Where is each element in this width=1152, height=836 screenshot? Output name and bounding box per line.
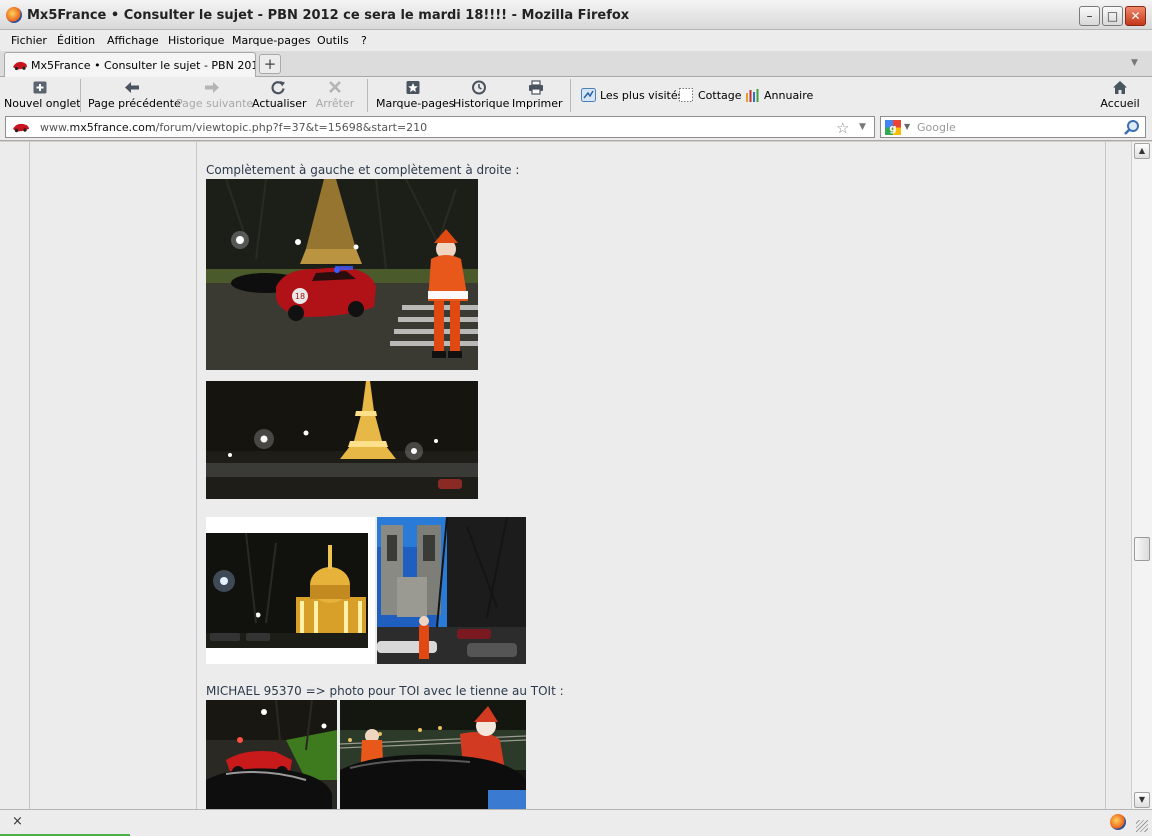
url-text: www.mx5france.com/forum/viewtopic.php?f=… (40, 121, 427, 134)
page-viewport: Complètement à gauche et complètement à … (0, 142, 1131, 809)
bookmarks-label: Marque-pages (376, 97, 455, 110)
home-label: Accueil (1100, 97, 1140, 110)
url-domain: mx5france.com (69, 121, 156, 134)
list-tabs-icon[interactable]: ▼ (1131, 58, 1138, 68)
new-tab-icon (33, 81, 47, 94)
firefox-status-icon (1110, 814, 1126, 830)
reload-label: Actualiser (252, 97, 307, 110)
most-visited-icon (581, 88, 596, 102)
menu-bar: Fichier Édition Affichage Historique Mar… (0, 30, 1152, 51)
firefox-icon (6, 7, 22, 23)
menu-edition[interactable]: Édition (57, 34, 95, 47)
minimize-button[interactable]: – (1079, 6, 1100, 26)
bookmark-star-icon (406, 81, 420, 94)
back-label: Page précédente (88, 97, 181, 110)
new-tab-button[interactable]: + (259, 54, 281, 74)
photo-invalides[interactable] (206, 533, 368, 648)
engine-dropdown-icon[interactable]: ▼ (904, 122, 910, 131)
history-clock-icon (472, 80, 486, 95)
cottage-label: Cottage (698, 89, 742, 102)
annuaire-label: Annuaire (764, 89, 814, 102)
close-find-bar-button[interactable]: × (12, 814, 23, 829)
annuaire-bars-icon (746, 89, 759, 102)
photo-notre-dame[interactable] (377, 517, 526, 664)
url-path: /forum/viewtopic.php?f=37&t=15698&start=… (155, 121, 428, 134)
post-caption: MICHAEL 95370 => photo pour TOI avec le … (206, 684, 564, 698)
tab-strip: Mx5France • Consulter le sujet - PBN 201… (0, 51, 1152, 77)
menu-outils[interactable]: Outils (317, 34, 349, 47)
forward-button[interactable]: Page suivante (176, 79, 254, 113)
forward-label: Page suivante (176, 97, 254, 110)
toolbar-separator (367, 79, 368, 112)
menu-historique[interactable]: Historique (168, 34, 224, 47)
svg-text:18: 18 (295, 292, 305, 301)
tab-label: Mx5France • Consulter le sujet - PBN 201… (31, 59, 255, 72)
print-label: Imprimer (512, 97, 563, 110)
most-visited-label: Les plus visités (600, 89, 684, 102)
photo-santa-black-mx5[interactable] (340, 700, 526, 809)
home-button[interactable]: Accueil (1099, 79, 1141, 113)
photo-santa-mx5[interactable]: 18 (206, 179, 478, 370)
bookmark-star-icon[interactable]: ☆ (836, 119, 849, 137)
status-bar: × (0, 809, 1152, 836)
mx5-favicon-icon (13, 61, 27, 71)
stop-button[interactable]: Arrêter (310, 79, 360, 113)
search-icon[interactable] (1123, 119, 1141, 136)
home-icon (1113, 81, 1127, 94)
address-bar-row: www.mx5france.com/forum/viewtopic.php?f=… (0, 114, 1152, 141)
scroll-down-button[interactable]: ▼ (1134, 792, 1150, 808)
maximize-button[interactable]: □ (1102, 6, 1123, 26)
photo-eiffel-tower[interactable] (206, 381, 478, 499)
new-tab-label: Nouvel onglet (4, 97, 81, 110)
google-engine-icon[interactable]: g (885, 120, 901, 135)
menu-affichage[interactable]: Affichage (107, 34, 159, 47)
navigation-toolbar: Nouvel onglet Page précédente Page suiva… (0, 77, 1152, 114)
bookmark-most-visited[interactable]: Les plus visités (581, 88, 683, 102)
bookmark-annuaire[interactable]: Annuaire (745, 88, 813, 102)
history-label: Historique (453, 97, 510, 110)
url-history-dropdown-icon[interactable]: ▼ (859, 122, 866, 132)
toolbar-separator (80, 79, 81, 112)
tab-active[interactable]: Mx5France • Consulter le sujet - PBN 201… (4, 52, 256, 77)
back-button[interactable]: Page précédente (88, 79, 181, 113)
menu-fichier[interactable]: Fichier (11, 34, 47, 47)
search-placeholder: Google (917, 121, 956, 134)
new-tab-toolbar-button[interactable]: Nouvel onglet (4, 79, 81, 113)
photo-street-mx5[interactable] (206, 700, 337, 809)
post-caption: Complètement à gauche et complètement à … (206, 163, 520, 177)
reload-icon (271, 81, 285, 95)
bookmarks-button[interactable]: Marque-pages (376, 79, 455, 113)
page-icon (679, 88, 693, 102)
title-bar: Mx5France • Consulter le sujet - PBN 201… (0, 0, 1152, 30)
svg-text:g: g (889, 124, 896, 135)
close-window-button[interactable]: ✕ (1125, 6, 1146, 26)
forward-arrow-icon (205, 82, 219, 93)
vertical-scrollbar[interactable]: ▲ ▼ (1131, 142, 1152, 809)
url-prefix: www. (40, 121, 70, 134)
reload-button[interactable]: Actualiser (252, 79, 307, 113)
history-button[interactable]: Historique (453, 79, 510, 113)
print-button[interactable]: Imprimer (512, 79, 563, 113)
back-arrow-icon (125, 82, 139, 93)
resize-grip-icon[interactable] (1136, 820, 1148, 832)
url-field[interactable]: www.mx5france.com/forum/viewtopic.php?f=… (5, 116, 875, 138)
window-title: Mx5France • Consulter le sujet - PBN 201… (27, 8, 630, 23)
page-left-margin (0, 142, 30, 809)
toolbar-separator (570, 79, 571, 112)
stop-label: Arrêter (315, 97, 355, 110)
stop-icon (329, 81, 341, 93)
scroll-thumb[interactable] (1134, 537, 1150, 561)
search-field[interactable]: g ▼ Google (880, 116, 1146, 138)
mx5-site-icon (13, 123, 29, 133)
menu-help[interactable]: ? (361, 34, 367, 47)
menu-marque-pages[interactable]: Marque-pages (232, 34, 310, 47)
scroll-up-button[interactable]: ▲ (1134, 143, 1150, 159)
printer-icon (529, 80, 543, 95)
bookmark-cottage[interactable]: Cottage (679, 88, 742, 102)
